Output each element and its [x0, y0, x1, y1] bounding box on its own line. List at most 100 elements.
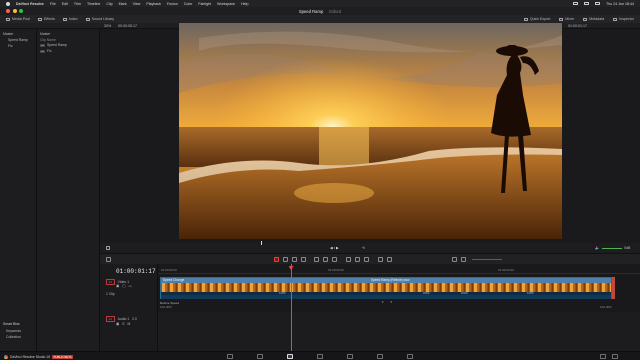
- viewer-zoom[interactable]: 30%: [104, 24, 111, 28]
- project-manager-icon[interactable]: [600, 354, 606, 359]
- clip-name-column[interactable]: Clip Name: [40, 38, 56, 42]
- mute-icon[interactable]: M: [127, 322, 130, 326]
- play-button[interactable]: ◀ ▪ ▶: [330, 246, 339, 250]
- source-timecode: 00:00:05:17: [118, 24, 137, 28]
- video-frame[interactable]: [179, 23, 562, 239]
- video-clip[interactable]: Speed Change Speed Ramp (Retime).mov 100…: [160, 277, 612, 299]
- sound-library-toggle[interactable]: Sound Library: [85, 17, 114, 21]
- blade-tool-icon[interactable]: [301, 257, 306, 262]
- retime-end-value: 100.00%: [600, 305, 612, 309]
- timeline[interactable]: 01:00:00:00 01:00:02:00 01:00:04:00 Spee…: [158, 264, 640, 351]
- volume-slider[interactable]: [602, 247, 622, 249]
- retime-curve-strip[interactable]: [161, 295, 611, 299]
- menu-playback[interactable]: Playback: [146, 2, 161, 6]
- bin-fix[interactable]: Fix: [8, 44, 13, 48]
- marker-icon[interactable]: [387, 257, 392, 262]
- playhead[interactable]: [291, 264, 292, 351]
- menu-workspace[interactable]: Workspace: [217, 2, 235, 6]
- edit-page-tab[interactable]: [287, 354, 293, 359]
- flag-icon[interactable]: [378, 257, 383, 262]
- v1-badge[interactable]: V1: [106, 279, 115, 285]
- fairlight-page-tab[interactable]: [377, 354, 383, 359]
- menu-file[interactable]: File: [50, 2, 56, 6]
- dynamic-trim-icon[interactable]: [292, 257, 297, 262]
- linked-selection-icon[interactable]: [355, 257, 360, 262]
- resolve-logo-icon: [4, 354, 8, 359]
- wifi-icon[interactable]: [584, 2, 590, 5]
- menu-color[interactable]: Color: [184, 2, 193, 6]
- media-page-tab[interactable]: [227, 354, 233, 359]
- timeline-view-options-icon[interactable]: [106, 257, 111, 262]
- disable-track-icon[interactable]: ▭: [128, 284, 131, 288]
- clip-name-label: Speed Ramp (Retime).mov: [371, 278, 410, 282]
- project-title: Speed Ramp Edited: [298, 8, 342, 14]
- media-pool-clip-list: Master Clip Name Speed Ramp Fix: [37, 29, 100, 351]
- volume-icon[interactable]: 🔈: [595, 246, 599, 250]
- deliver-page-tab[interactable]: [407, 354, 413, 359]
- mixer-toggle[interactable]: Mixer: [559, 17, 574, 21]
- audio-track-area[interactable]: [158, 312, 640, 351]
- retime-close-icon[interactable]: ✕: [390, 300, 393, 304]
- menu-fusion[interactable]: Fusion: [167, 2, 178, 6]
- viewer-options-icon[interactable]: [106, 246, 110, 250]
- menubar-clock[interactable]: Thu 24 Jun 18:44: [606, 2, 634, 6]
- audio-track-controls: ▣ S M: [116, 322, 130, 326]
- zoom-in-icon[interactable]: [461, 257, 466, 262]
- menu-trim[interactable]: Trim: [74, 2, 81, 6]
- metadata-icon: [583, 17, 588, 21]
- audio-lock-icon[interactable]: ▣: [116, 322, 119, 326]
- insert-clip-icon[interactable]: [314, 257, 319, 262]
- control-center-icon[interactable]: [595, 2, 601, 5]
- project-settings-icon[interactable]: [612, 354, 618, 359]
- product-name: DaVinci Resolve Studio 18: [10, 354, 51, 359]
- auto-select-icon[interactable]: ▢: [122, 284, 125, 288]
- media-pool-toggle[interactable]: Media Pool: [6, 17, 30, 21]
- index-toggle[interactable]: Index: [62, 17, 78, 21]
- retime-options-icon[interactable]: ▾: [382, 300, 384, 304]
- fusion-page-tab[interactable]: [317, 354, 323, 359]
- solo-icon[interactable]: S: [122, 322, 124, 326]
- app-menu[interactable]: DaVinci Resolve: [16, 2, 44, 6]
- menu-mark[interactable]: Mark: [119, 2, 127, 6]
- menu-timeline[interactable]: Timeline: [87, 2, 100, 6]
- smart-bin-collection[interactable]: Collection: [6, 335, 21, 339]
- loop-icon[interactable]: ⟲: [362, 246, 365, 250]
- inspector-toggle[interactable]: Inspector: [613, 17, 634, 21]
- battery-icon[interactable]: [573, 2, 579, 5]
- snapping-icon[interactable]: [346, 257, 351, 262]
- overwrite-clip-icon[interactable]: [323, 257, 328, 262]
- lock-track-icon[interactable]: ▣: [116, 284, 119, 288]
- clip-end-marker[interactable]: [612, 277, 615, 299]
- bin-speed-ramp[interactable]: Speed Ramp: [8, 38, 28, 42]
- trim-tool-icon[interactable]: [283, 257, 288, 262]
- timeline-timecode: 01:00:01:17: [116, 268, 156, 275]
- smart-bin-keywords[interactable]: Keywords: [6, 329, 21, 333]
- effects-toggle[interactable]: Effects: [37, 17, 55, 21]
- timeline-zoom-slider[interactable]: [472, 259, 502, 260]
- menu-help[interactable]: Help: [241, 2, 248, 6]
- cut-page-tab[interactable]: [257, 354, 263, 359]
- replace-clip-icon[interactable]: [332, 257, 337, 262]
- selection-tool-icon[interactable]: [274, 257, 279, 262]
- quick-export-button[interactable]: Quick Export: [523, 17, 550, 21]
- product-brand: DaVinci Resolve Studio 18 PUBLIC BETA: [4, 354, 74, 359]
- apple-menu-icon[interactable]: [6, 1, 10, 6]
- clip-list-header: Master: [40, 32, 51, 36]
- bin-master[interactable]: Master: [3, 32, 13, 36]
- inspector-icon: [613, 17, 618, 21]
- zoom-out-icon[interactable]: [452, 257, 457, 262]
- timeline-ruler[interactable]: 01:00:00:00 01:00:02:00 01:00:04:00: [158, 267, 640, 274]
- menu-edit[interactable]: Edit: [62, 2, 68, 6]
- menu-fairlight[interactable]: Fairlight: [198, 2, 211, 6]
- menu-clip[interactable]: Clip: [106, 2, 112, 6]
- color-page-tab[interactable]: [347, 354, 353, 359]
- sunset-beach-frame: [179, 23, 562, 239]
- position-lock-icon[interactable]: [364, 257, 369, 262]
- metadata-toggle[interactable]: Metadata: [583, 17, 604, 21]
- media-clip-item[interactable]: Fix: [40, 49, 52, 53]
- a1-badge[interactable]: A1: [106, 316, 115, 322]
- menu-view[interactable]: View: [133, 2, 141, 6]
- macos-menubar: DaVinci Resolve File Edit Trim Timeline …: [0, 0, 640, 7]
- media-clip-item[interactable]: Speed Ramp: [40, 43, 67, 47]
- viewer-scrubber-handle[interactable]: [261, 241, 262, 245]
